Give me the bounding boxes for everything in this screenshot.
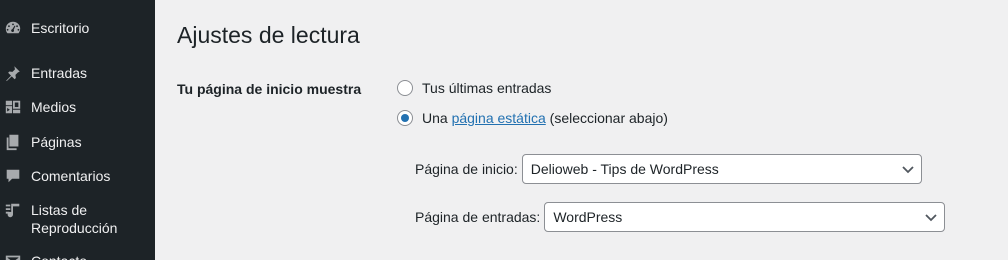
sidebar-item-label: Escritorio bbox=[31, 20, 90, 36]
postspage-select-row: Página de entradas: WordPress bbox=[415, 202, 946, 232]
postspage-select-label: Página de entradas: bbox=[415, 209, 541, 225]
main-content: Ajustes de lectura Tu página de inicio m… bbox=[155, 0, 1008, 260]
static-page-link[interactable]: página estática bbox=[452, 109, 546, 127]
sidebar-item-label: Entradas bbox=[31, 65, 88, 81]
radio-label-static-prefix: Una bbox=[422, 110, 448, 126]
sidebar-item-label: Comentarios bbox=[31, 168, 111, 184]
chevron-down-icon bbox=[901, 162, 915, 176]
sidebar-item-label: Medios bbox=[31, 99, 77, 115]
sidebar-item-label: Páginas bbox=[31, 134, 82, 150]
pages-icon bbox=[4, 133, 22, 151]
radio-button-static[interactable] bbox=[397, 110, 413, 126]
homepage-select-value: Delioweb - Tips de WordPress bbox=[530, 161, 719, 177]
playlist-icon bbox=[4, 201, 22, 219]
postspage-select[interactable]: WordPress bbox=[544, 202, 946, 232]
homepage-select[interactable]: Delioweb - Tips de WordPress bbox=[521, 154, 922, 184]
page-title: Ajustes de lectura bbox=[177, 22, 360, 48]
radio-label-static-suffix: (seleccionar abajo) bbox=[549, 110, 668, 126]
media-icon bbox=[4, 98, 22, 116]
radio-static-page[interactable]: Una página estática (seleccionar abajo) bbox=[397, 109, 668, 127]
comment-icon bbox=[4, 167, 22, 185]
chevron-down-icon bbox=[924, 210, 938, 224]
mail-icon bbox=[4, 252, 22, 260]
pin-icon bbox=[4, 64, 22, 82]
homepage-select-row: Página de inicio: Delioweb - Tips de Wor… bbox=[415, 154, 922, 184]
admin-sidebar: Escritorio Entradas Medios Páginas Comen… bbox=[0, 0, 155, 260]
homepage-select-label: Página de inicio: bbox=[415, 161, 518, 177]
sidebar-item-label: Contacto bbox=[31, 252, 151, 260]
radio-label-latest: Tus últimas entradas bbox=[422, 80, 552, 96]
radio-latest-posts[interactable]: Tus últimas entradas bbox=[397, 79, 551, 97]
dashboard-icon bbox=[4, 19, 22, 37]
radio-button-latest[interactable] bbox=[397, 80, 413, 96]
sidebar-item-label: Listas de Reproducción bbox=[31, 202, 118, 236]
postspage-select-value: WordPress bbox=[553, 209, 623, 225]
front-page-label: Tu página de inicio muestra bbox=[177, 81, 362, 97]
